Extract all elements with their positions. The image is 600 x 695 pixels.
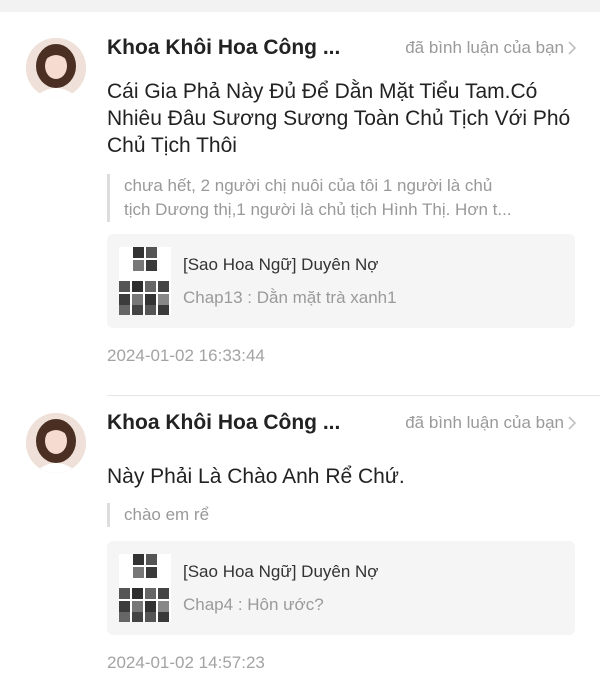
quote-line: chưa hết, 2 người chị nuôi của tôi 1 ngư…: [124, 176, 493, 195]
quoted-reply: chào em rể: [107, 503, 574, 527]
story-card[interactable]: [Sao Hoa Ngữ] Duyên Nợ Chap4 : Hôn ước?: [107, 541, 575, 635]
quoted-reply: chưa hết, 2 người chị nuôi của tôi 1 ngư…: [107, 174, 574, 222]
user-name[interactable]: Khoa Khôi Hoa Công ...: [107, 411, 340, 435]
story-title: [Sao Hoa Ngữ] Duyên Nợ: [183, 562, 379, 581]
chevron-right-icon[interactable]: [566, 38, 578, 58]
chapter-title: Chap4 : Hôn ước?: [183, 595, 324, 614]
avatar[interactable]: [26, 38, 86, 98]
action-text: đã bình luận của bạn: [405, 413, 564, 432]
user-name[interactable]: Khoa Khôi Hoa Công ...: [107, 36, 340, 60]
notification-item[interactable]: Khoa Khôi Hoa Công ... đã bình luận của …: [0, 397, 600, 695]
quote-line: tịch Dương thị,1 người là chủ tịch Hình …: [124, 200, 512, 219]
avatar[interactable]: [26, 413, 86, 473]
action-text: đã bình luận của bạn: [405, 38, 564, 57]
story-title: [Sao Hoa Ngữ] Duyên Nợ: [183, 255, 379, 274]
timestamp: 2024-01-02 16:33:44: [107, 346, 265, 365]
comment-text: Cái Gia Phả Này Đủ Để Dằn Mặt Tiểu Tam.C…: [107, 80, 571, 157]
chapter-title: Chap13 : Dằn mặt trà xanh1: [183, 288, 397, 307]
story-cover-image: [119, 554, 171, 622]
comment-text: Này Phải Là Chào Anh Rể Chứ.: [107, 465, 405, 488]
story-card[interactable]: [Sao Hoa Ngữ] Duyên Nợ Chap13 : Dằn mặt …: [107, 234, 575, 328]
notification-item[interactable]: Khoa Khôi Hoa Công ... đã bình luận của …: [0, 22, 600, 397]
quote-line: chào em rể: [124, 505, 210, 524]
divider: [107, 395, 600, 396]
chevron-right-icon[interactable]: [566, 413, 578, 433]
story-cover-image: [119, 247, 171, 315]
top-strip: [0, 0, 600, 12]
timestamp: 2024-01-02 14:57:23: [107, 653, 265, 672]
